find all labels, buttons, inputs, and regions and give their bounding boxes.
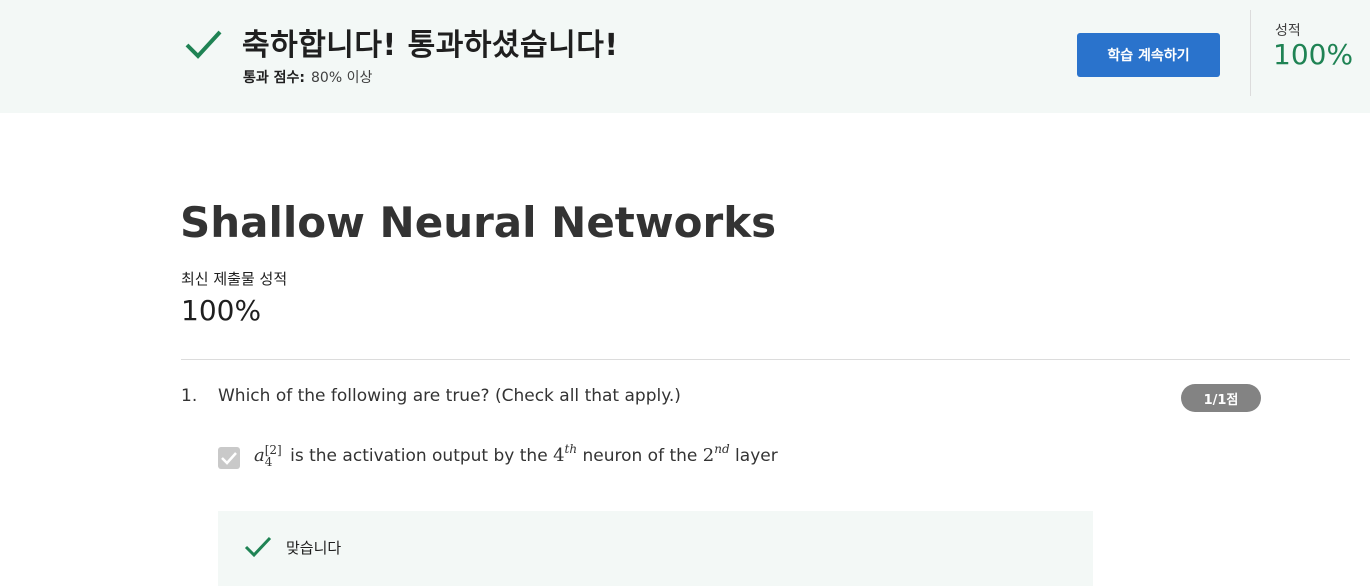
divider <box>1250 10 1251 96</box>
math-superscript-1: th <box>564 442 578 456</box>
math-number-1: 4 <box>553 445 565 466</box>
banner-title: 축하합니다! 통과하셨습니다! <box>242 28 619 63</box>
quiz-title: Shallow Neural Networks <box>180 198 777 247</box>
question-number: 1. <box>181 386 198 406</box>
passing-score-value: 80% 이상 <box>311 70 373 86</box>
passing-score: 통과 점수: 80% 이상 <box>243 67 372 87</box>
latest-submission-label: 최신 제출물 성적 <box>181 270 288 288</box>
option-checkbox[interactable] <box>218 447 240 469</box>
continue-learning-button[interactable]: 학습 계속하기 <box>1077 33 1220 77</box>
completion-banner: 축하합니다! 통과하셨습니다! 통과 점수: 80% 이상 학습 계속하기 성적 … <box>0 0 1370 113</box>
grade-value: 100% <box>1273 38 1354 71</box>
math-superscript-2: nd <box>714 442 730 456</box>
feedback-text: 맞습니다 <box>286 539 342 557</box>
option-label: a [2] 4 is the activation output by the 4t… <box>254 442 778 468</box>
question-text: Which of the following are true? (Check … <box>218 386 681 406</box>
math-indices: [2] 4 <box>264 443 282 469</box>
math-number-2: 2 <box>702 445 715 466</box>
math-variable: a <box>254 445 265 466</box>
checkbox-checked-icon <box>221 452 237 465</box>
option-text-1: is the activation output by the <box>284 446 554 466</box>
grade-label: 성적 <box>1275 23 1301 39</box>
latest-submission-grade: 100% <box>181 294 262 327</box>
divider <box>181 359 1350 360</box>
passing-score-label: 통과 점수: <box>243 70 305 86</box>
check-icon <box>185 30 222 59</box>
question-score-badge: 1/1점 <box>1181 384 1261 412</box>
option-text-3: layer <box>729 446 778 466</box>
option-text-2: neuron of the <box>577 446 703 466</box>
feedback-panel: 맞습니다 <box>218 511 1093 586</box>
check-icon <box>244 536 272 558</box>
